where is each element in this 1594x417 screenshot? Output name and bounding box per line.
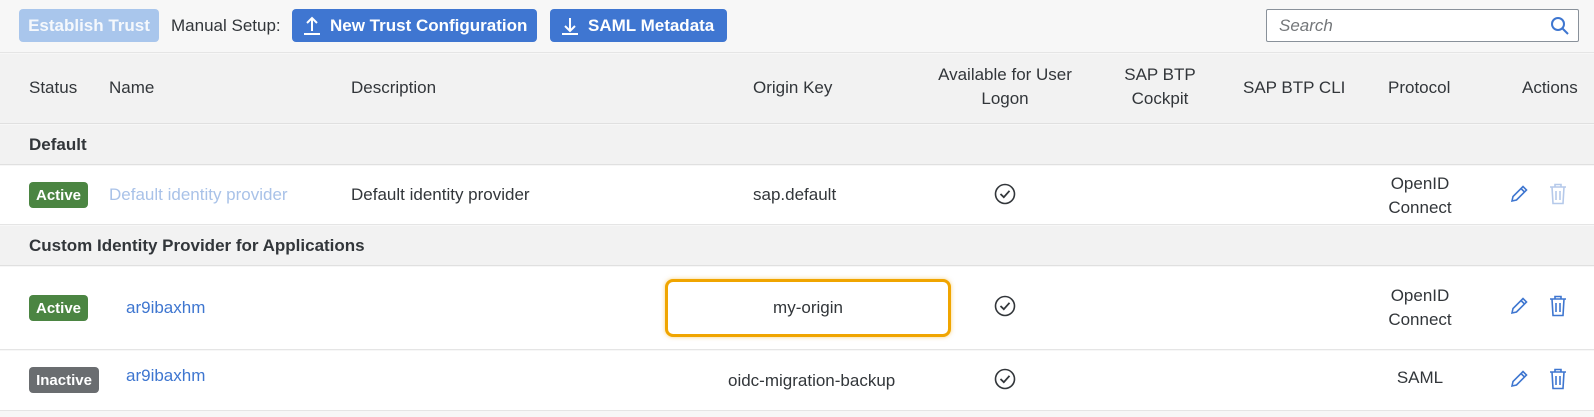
group-title-default: Default bbox=[29, 135, 87, 154]
column-description[interactable]: Description bbox=[351, 76, 436, 100]
search-field bbox=[1266, 9, 1579, 42]
provider-description: Default identity provider bbox=[351, 185, 530, 204]
protocol-line2: Connect bbox=[1388, 310, 1452, 329]
edit-pencil-icon[interactable] bbox=[1508, 295, 1530, 317]
column-sap-btp-cli[interactable]: SAP BTP CLI bbox=[1243, 76, 1345, 100]
column-origin-key[interactable]: Origin Key bbox=[753, 76, 832, 100]
table-row[interactable]: Inactive ar9ibaxhm oidc-migration-backup… bbox=[0, 351, 1594, 411]
new-trust-configuration-button[interactable]: New Trust Configuration bbox=[292, 9, 537, 42]
status-badge: Active bbox=[29, 182, 88, 208]
column-sap-btp-cockpit[interactable]: SAP BTP Cockpit bbox=[1105, 63, 1215, 111]
column-actions: Actions bbox=[1522, 78, 1578, 97]
column-available-line1: Available for User bbox=[938, 65, 1072, 84]
column-cockpit-line2: Cockpit bbox=[1131, 89, 1189, 108]
origin-key-highlight[interactable]: my-origin bbox=[665, 279, 951, 337]
new-trust-configuration-label: New Trust Configuration bbox=[330, 15, 528, 35]
protocol-line2: Connect bbox=[1388, 198, 1452, 217]
download-icon bbox=[562, 17, 578, 35]
protocol: OpenID Connect bbox=[1370, 172, 1470, 220]
column-available-for-user-logon[interactable]: Available for User Logon bbox=[925, 63, 1085, 111]
check-circle-icon bbox=[994, 368, 1016, 390]
check-circle-icon bbox=[994, 295, 1016, 317]
toolbar: Establish Trust Manual Setup: New Trust … bbox=[0, 0, 1594, 53]
provider-name-link[interactable]: Default identity provider bbox=[109, 183, 288, 207]
manual-setup-label: Manual Setup: bbox=[171, 16, 281, 35]
protocol: OpenID Connect bbox=[1370, 284, 1470, 332]
origin-key: my-origin bbox=[773, 298, 843, 317]
status-badge: Inactive bbox=[29, 367, 99, 393]
status-badge: Active bbox=[29, 295, 88, 321]
provider-name-link[interactable]: ar9ibaxhm bbox=[126, 364, 205, 388]
status-badge-label: Active bbox=[35, 299, 82, 317]
origin-key: oidc-migration-backup bbox=[728, 371, 896, 390]
protocol: SAML bbox=[1370, 366, 1470, 390]
protocol-line1: OpenID bbox=[1390, 286, 1450, 305]
upload-icon bbox=[304, 16, 320, 35]
group-header-custom-idp[interactable]: Custom Identity Provider for Application… bbox=[0, 226, 1594, 266]
delete-trash-icon[interactable] bbox=[1547, 294, 1569, 318]
group-title-custom-idp: Custom Identity Provider for Application… bbox=[29, 236, 365, 255]
provider-name-link[interactable]: ar9ibaxhm bbox=[126, 296, 205, 320]
column-name[interactable]: Name bbox=[109, 76, 154, 100]
column-status[interactable]: Status bbox=[29, 76, 77, 100]
group-header-default[interactable]: Default bbox=[0, 125, 1594, 165]
protocol-line1: SAML bbox=[1396, 368, 1444, 387]
column-protocol[interactable]: Protocol bbox=[1388, 76, 1450, 100]
establish-trust-label: Establish Trust bbox=[28, 15, 150, 35]
saml-metadata-button[interactable]: SAML Metadata bbox=[550, 9, 727, 42]
status-badge-label: Active bbox=[35, 186, 82, 204]
column-available-line2: Logon bbox=[981, 89, 1029, 108]
protocol-line1: OpenID bbox=[1390, 174, 1450, 193]
column-cockpit-line1: SAP BTP bbox=[1124, 65, 1196, 84]
establish-trust-button[interactable]: Establish Trust bbox=[19, 9, 159, 42]
check-circle-icon bbox=[994, 183, 1016, 205]
edit-pencil-icon[interactable] bbox=[1508, 368, 1530, 390]
edit-pencil-icon[interactable] bbox=[1508, 183, 1530, 205]
table-row[interactable]: Active Default identity provider Default… bbox=[0, 166, 1594, 225]
status-badge-label: Inactive bbox=[36, 371, 92, 389]
origin-key: sap.default bbox=[753, 185, 837, 204]
search-icon[interactable] bbox=[1550, 16, 1570, 36]
delete-trash-icon-disabled bbox=[1550, 183, 1566, 205]
saml-metadata-label: SAML Metadata bbox=[588, 15, 715, 35]
delete-trash-icon[interactable] bbox=[1547, 367, 1569, 391]
search-input[interactable] bbox=[1279, 16, 1539, 36]
table-header: Status Name Description Origin Key Avail… bbox=[0, 54, 1594, 124]
